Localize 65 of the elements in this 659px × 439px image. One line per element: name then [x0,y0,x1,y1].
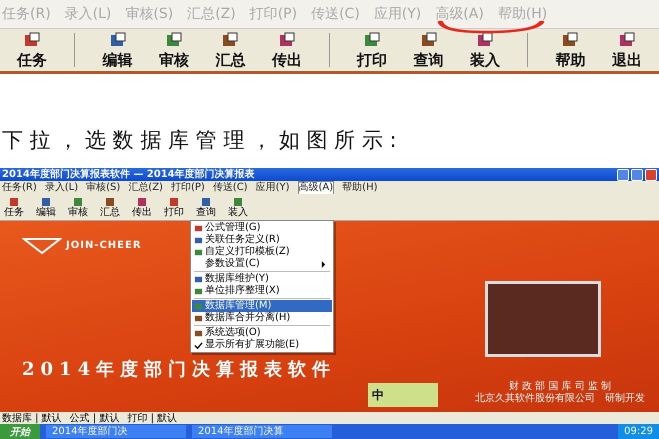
toolbar-icon [41,196,51,206]
toolbar-button[interactable]: 审核 [68,196,88,218]
toolbar-button[interactable]: 传出 [132,196,152,218]
menu-option[interactable]: 数据库维护(Y) [192,273,332,285]
minimize-button[interactable] [617,168,629,180]
submenu-arrow-icon [321,260,326,268]
toolbar-icon [233,196,243,206]
stamp-text: 中 [372,386,384,404]
menu-option[interactable]: 数据库管理(M) [192,300,332,312]
close-button[interactable] [645,168,657,180]
toolbar-button[interactable]: 装入 [228,196,248,218]
toolbar-button[interactable]: 打印 [346,30,398,70]
logo-icon [22,235,62,255]
taskbar-button[interactable]: 2014年度部门决算 [192,425,332,438]
toolbar-icon [137,196,147,206]
menu-item[interactable]: 审核(S) [86,182,120,194]
menu-item[interactable]: 传送(C) [212,182,248,194]
toolbar-button[interactable]: 审核 [148,30,200,70]
toolbar-icon [105,196,115,206]
menu-item[interactable]: 帮助(H) [342,182,378,194]
menu-option[interactable]: 显示所有扩展功能(E) [192,339,332,351]
maximize-button[interactable] [631,168,643,180]
toolbar-button[interactable]: 编辑 [91,30,144,70]
toolbar-button[interactable]: 打印 [164,196,184,218]
menu-option[interactable]: 关联任务定义(R) [192,234,332,246]
menu-item[interactable]: 汇总(Z) [128,182,163,194]
toolbar-button[interactable]: 编辑 [36,196,56,218]
toolbar-button[interactable]: 任务 [6,30,58,70]
menu-option[interactable]: 参数设置(C) [192,258,332,270]
menu-item[interactable]: 应用(Y) [256,182,290,194]
toolbar-button[interactable]: 查询 [402,30,455,70]
menu-option[interactable]: 数据库合并分离(H) [192,312,332,324]
toolbar-button[interactable]: 汇总 [100,196,120,218]
toolbar-button[interactable]: 传出 [260,30,314,70]
menu-item[interactable]: 任务(R) [2,182,37,194]
toolbar-icon [201,196,211,206]
taskbar-button[interactable]: 2014年度部门决 [46,425,186,438]
instruction-text: 下 拉 ， 选 数 据 库 管 理 ， 如 图 所 示 : [1,127,398,154]
menu-item[interactable]: 打印(P) [170,182,205,194]
menu-option[interactable]: 系统选项(O) [192,327,332,339]
checkmark-icon [194,340,203,350]
toolbar-button[interactable]: 退出 [600,30,653,70]
credit-text: 财 政 部 国 库 司 监 制 [508,381,612,392]
logo-text: JOIN-CHEER [66,240,142,250]
toolbar-button[interactable]: 任务 [4,196,24,218]
toolbar-button[interactable]: 汇总 [204,30,257,70]
toolbar-button[interactable]: 查询 [196,196,216,218]
toolbar-icon [9,196,19,206]
toolbar-icon [169,196,179,206]
status-text: 数据库 | 默认 [2,412,62,424]
menu-item[interactable]: 录入(L) [44,182,78,194]
menu-option[interactable]: 自定义打印模板(Z) [192,246,332,258]
menu-option[interactable]: 公式管理(G) [192,222,332,234]
status-text: 打印 | 默认 [127,412,178,424]
clock-text: 09:29 [624,426,653,437]
window-title: 2014年度部门决算报表软件 — 2014年度部门决算报表 [2,168,255,180]
toolbar-icon [73,196,83,206]
menu-item[interactable]: 高级(A) [298,180,334,194]
toolbar-button[interactable]: 装入 [458,30,512,70]
credit-text: 北京久其软件股份有限公司 研制开发 [475,393,645,405]
menu-option[interactable]: 单位排序整理(X) [192,285,332,297]
toolbar-button[interactable]: 帮助 [544,30,597,70]
start-button[interactable]: 开始 [0,424,40,439]
status-text: 公式 | 默认 [70,412,120,424]
banner-title: 2014年度部门决算报表软件 [22,358,336,381]
